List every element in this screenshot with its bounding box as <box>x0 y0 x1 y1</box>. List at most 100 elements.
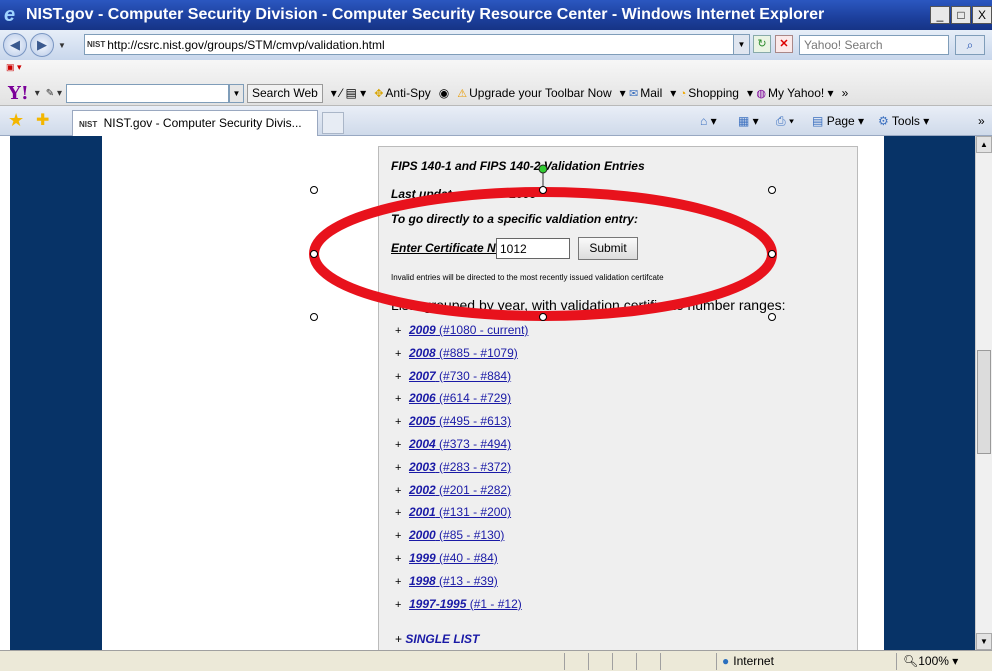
status-divider <box>564 653 565 670</box>
scroll-thumb[interactable] <box>977 350 991 454</box>
highlight-icon[interactable]: ▾ ⁄ ▤ ▾ <box>331 86 366 100</box>
vertical-scrollbar[interactable]: ▲ ▼ <box>975 136 992 650</box>
search-dropdown-icon[interactable]: ▼ <box>228 83 244 103</box>
add-favorites-icon[interactable]: ✚ <box>36 110 49 130</box>
search-go-icon[interactable]: ⌕ <box>955 35 985 55</box>
year-link[interactable]: 2000 (#85 - #130) <box>409 528 504 542</box>
tools-menu-button[interactable]: ⚙ Tools ▾ <box>878 114 929 128</box>
list-item: +2009 (#1080 - current) <box>395 323 529 337</box>
forward-button[interactable]: ▶ <box>30 33 54 57</box>
list-item: +2008 (#885 - #1079) <box>395 345 518 360</box>
year-link[interactable]: 2009 (#1080 - current) <box>409 323 528 337</box>
page-menu-button[interactable]: ▤ Page ▾ <box>812 114 864 128</box>
year-link[interactable]: 2004 (#373 - #494) <box>409 437 511 451</box>
list-item: +2003 (#283 - #372) <box>395 459 512 474</box>
certificate-number-input[interactable] <box>496 238 570 259</box>
year-link[interactable]: 2006 (#614 - #729) <box>409 391 511 405</box>
ie-logo-icon: e <box>4 4 16 26</box>
page-title: FIPS 140-1 and FIPS 140-2 Validation Ent… <box>391 159 645 173</box>
shopping-icon: ◔ <box>679 88 687 100</box>
goto-heading: To go directly to a specific valdiation … <box>391 212 638 226</box>
window-title: NIST.gov - Computer Security Division - … <box>26 6 825 23</box>
single-list-item[interactable]: + SINGLE LIST <box>395 632 479 646</box>
scroll-down-icon[interactable]: ▼ <box>976 633 992 650</box>
shopping-button[interactable]: ▾ ◔ Shopping <box>670 86 739 100</box>
tab-nist[interactable]: NIST NIST.gov - Computer Security Divis.… <box>72 110 318 136</box>
mail-button[interactable]: ▾ ✉ Mail <box>620 86 663 100</box>
url-field[interactable]: NIST http://csrc.nist.gov/groups/STM/cmv… <box>84 34 750 55</box>
list-item: +1998 (#13 - #39) <box>395 573 498 588</box>
window-controls: _ □ X <box>929 6 992 24</box>
commands-more-icon[interactable]: » <box>978 114 985 128</box>
security-zone[interactable]: ● Internet <box>722 653 774 670</box>
last-updated: Last updat 2009 <box>391 187 537 201</box>
year-link[interactable]: 2007 (#730 - #884) <box>409 369 511 383</box>
list-item: +2001 (#131 - #200) <box>395 505 512 520</box>
url-text: http://csrc.nist.gov/groups/STM/cmvp/val… <box>107 37 385 52</box>
upgrade-toolbar-button[interactable]: ⚠ Upgrade your Toolbar Now <box>457 86 611 100</box>
stop-icon[interactable]: ✕ <box>775 35 793 53</box>
translate-icon[interactable]: ▣ ▾ <box>6 62 22 73</box>
resize-handle[interactable] <box>310 186 318 194</box>
invalid-entries-note: Invalid entries will be directed to the … <box>391 273 664 282</box>
submit-button[interactable]: Submit <box>578 237 638 260</box>
yahoo-toolbar: ▣ ▾ Y! ▾ ✎ ▾ ▼ Search Web ▾ ⁄ ▤ ▾ ✥ Anti-… <box>0 60 992 106</box>
url-dropdown-icon[interactable]: ▼ <box>733 34 750 55</box>
yahoo-menu-icon[interactable]: ▾ <box>35 88 40 99</box>
year-link[interactable]: 1997-1995 (#1 - #12) <box>409 597 522 611</box>
yahoo-logo-icon[interactable]: Y! <box>8 83 29 104</box>
status-divider <box>636 653 637 670</box>
history-dropdown-icon[interactable]: ▼ <box>58 41 66 50</box>
toolbar-more-icon[interactable]: » <box>842 86 849 100</box>
zoom-icon: 🔍︎ <box>903 654 919 668</box>
status-divider <box>896 653 897 670</box>
nist-favicon-icon: NIST <box>87 40 106 49</box>
status-divider <box>660 653 661 670</box>
new-tab-button[interactable] <box>322 112 344 134</box>
page-viewport: FIPS 140-1 and FIPS 140-2 Validation Ent… <box>0 136 975 650</box>
resize-handle[interactable] <box>310 250 318 258</box>
my-yahoo-button[interactable]: ▾ ◍ My Yahoo! ▾ <box>747 86 834 100</box>
close-button[interactable]: X <box>972 6 992 24</box>
tab-label: NIST.gov - Computer Security Divis... <box>103 116 302 130</box>
zoom-level[interactable]: 🔍︎100% ▾ <box>903 653 958 670</box>
list-item: +2007 (#730 - #884) <box>395 368 512 383</box>
search-web-button[interactable]: Search Web <box>246 83 323 103</box>
minimize-button[interactable]: _ <box>930 6 950 24</box>
nist-favicon-icon: NIST <box>79 120 98 129</box>
title-bar: e NIST.gov - Computer Security Division … <box>0 0 992 30</box>
yahoo-search-input[interactable]: Yahoo! Search <box>799 35 949 55</box>
year-link[interactable]: 1998 (#13 - #39) <box>409 574 498 588</box>
year-link[interactable]: 2003 (#283 - #372) <box>409 460 511 474</box>
popup-blocker-icon[interactable]: ◉ <box>439 86 449 100</box>
year-link[interactable]: 2002 (#201 - #282) <box>409 483 511 497</box>
list-item: +2005 (#495 - #613) <box>395 414 512 429</box>
print-icon[interactable]: ⎙ ▾ <box>776 114 794 129</box>
anti-spy-icon: ✥ <box>374 88 384 100</box>
home-icon[interactable]: ⌂ ▾ <box>700 114 717 128</box>
page-background-right <box>884 136 975 650</box>
single-list-link[interactable]: SINGLE LIST <box>405 632 479 646</box>
scroll-up-icon[interactable]: ▲ <box>976 136 992 153</box>
list-item: +1999 (#40 - #84) <box>395 550 498 565</box>
feeds-icon[interactable]: ▦ ▾ <box>738 114 759 128</box>
maximize-button[interactable]: □ <box>951 6 971 24</box>
yahoo-toolbar-search-input[interactable] <box>65 83 229 103</box>
anti-spy-button[interactable]: ✥ Anti-Spy <box>374 86 431 100</box>
year-link[interactable]: 2008 (#885 - #1079) <box>409 346 518 360</box>
resize-handle[interactable] <box>310 313 318 321</box>
refresh-icon[interactable]: ↻ <box>753 35 771 53</box>
favorites-star-icon[interactable]: ★ <box>8 110 24 131</box>
year-link[interactable]: 1999 (#40 - #84) <box>409 551 498 565</box>
mail-icon: ✉ <box>629 88 639 100</box>
certificate-label: Enter Certificate No: <box>391 241 508 255</box>
year-link[interactable]: 2005 (#495 - #613) <box>409 414 511 428</box>
tab-bar: ★ ✚ NIST NIST.gov - Computer Security Di… <box>0 106 992 136</box>
back-button[interactable]: ◀ <box>3 33 27 57</box>
list-item: +2000 (#85 - #130) <box>395 528 505 543</box>
year-list: +2009 (#1080 - current) +2008 (#885 - #1… <box>395 323 528 619</box>
pencil-icon[interactable]: ✎ ▾ <box>46 88 62 99</box>
warning-icon: ⚠ <box>457 88 468 100</box>
year-link[interactable]: 2001 (#131 - #200) <box>409 505 511 519</box>
address-bar: ◀ ▶ ▼ NIST http://csrc.nist.gov/groups/S… <box>0 30 992 60</box>
